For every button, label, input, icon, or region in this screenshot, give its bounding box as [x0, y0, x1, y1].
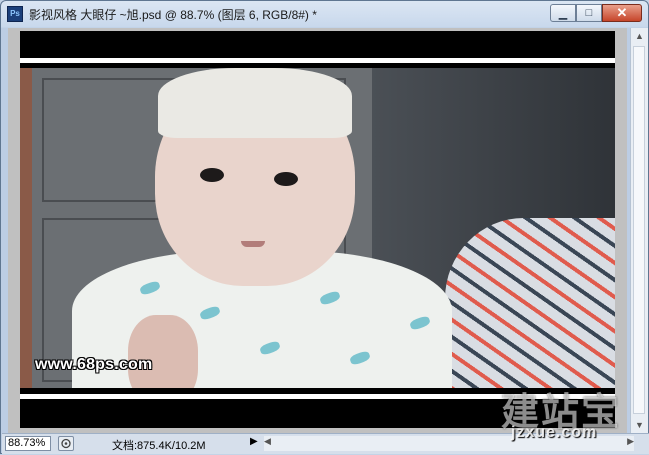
close-button[interactable]: ✕ [602, 4, 642, 22]
document-size-info: 文档:875.4K/10.2M [112, 440, 206, 452]
window-controls: ▁ □ ✕ [550, 4, 642, 22]
baby-eye [200, 168, 224, 182]
hand [128, 315, 198, 388]
baby-eye [274, 172, 298, 186]
scroll-down-arrow[interactable]: ▼ [631, 417, 648, 433]
plaid-shirt [445, 218, 615, 388]
letterbox-stripe-top [20, 58, 615, 63]
minimize-button[interactable]: ▁ [550, 4, 576, 22]
photoshop-icon[interactable]: Ps [7, 6, 23, 22]
baby-mouth [241, 241, 265, 247]
maximize-button[interactable]: □ [576, 4, 602, 22]
chevron-up-icon: ▲ [635, 31, 644, 41]
vertical-scroll-thumb[interactable] [633, 46, 645, 414]
baby-photo: www.68ps.com [20, 68, 615, 388]
close-icon: ✕ [616, 5, 628, 20]
brick-wall [20, 68, 32, 388]
baby-hat [158, 68, 352, 138]
navigator-icon [61, 438, 71, 449]
url-watermark: jzxue.com [511, 424, 598, 441]
status-menu-arrow[interactable]: ▶ [250, 436, 258, 447]
title-bar[interactable]: Ps 影视风格 大眼仔 ~旭.psd @ 88.7% (图层 6, RGB/8#… [1, 1, 648, 27]
scroll-right-arrow[interactable]: ▶ [627, 436, 634, 447]
site-watermark: www.68ps.com [35, 356, 153, 373]
navigator-button[interactable] [58, 436, 74, 451]
zoom-field[interactable]: 88.73% [5, 436, 51, 451]
chevron-right-icon: ▶ [250, 436, 258, 447]
document-image[interactable]: www.68ps.com [20, 31, 615, 428]
letterbox-top [20, 31, 615, 58]
canvas-area[interactable]: www.68ps.com [8, 28, 627, 433]
chevron-down-icon: ▼ [635, 420, 644, 430]
minimize-icon: ▁ [558, 7, 568, 20]
maximize-icon: □ [585, 7, 593, 19]
window-title: 影视风格 大眼仔 ~旭.psd @ 88.7% (图层 6, RGB/8#) * [29, 8, 317, 22]
scroll-left-arrow[interactable]: ◀ [264, 436, 271, 447]
vertical-scrollbar[interactable]: ▲ ▼ [630, 28, 648, 433]
document-window: Ps 影视风格 大眼仔 ~旭.psd @ 88.7% (图层 6, RGB/8#… [0, 0, 649, 454]
scroll-up-arrow[interactable]: ▲ [631, 28, 648, 44]
